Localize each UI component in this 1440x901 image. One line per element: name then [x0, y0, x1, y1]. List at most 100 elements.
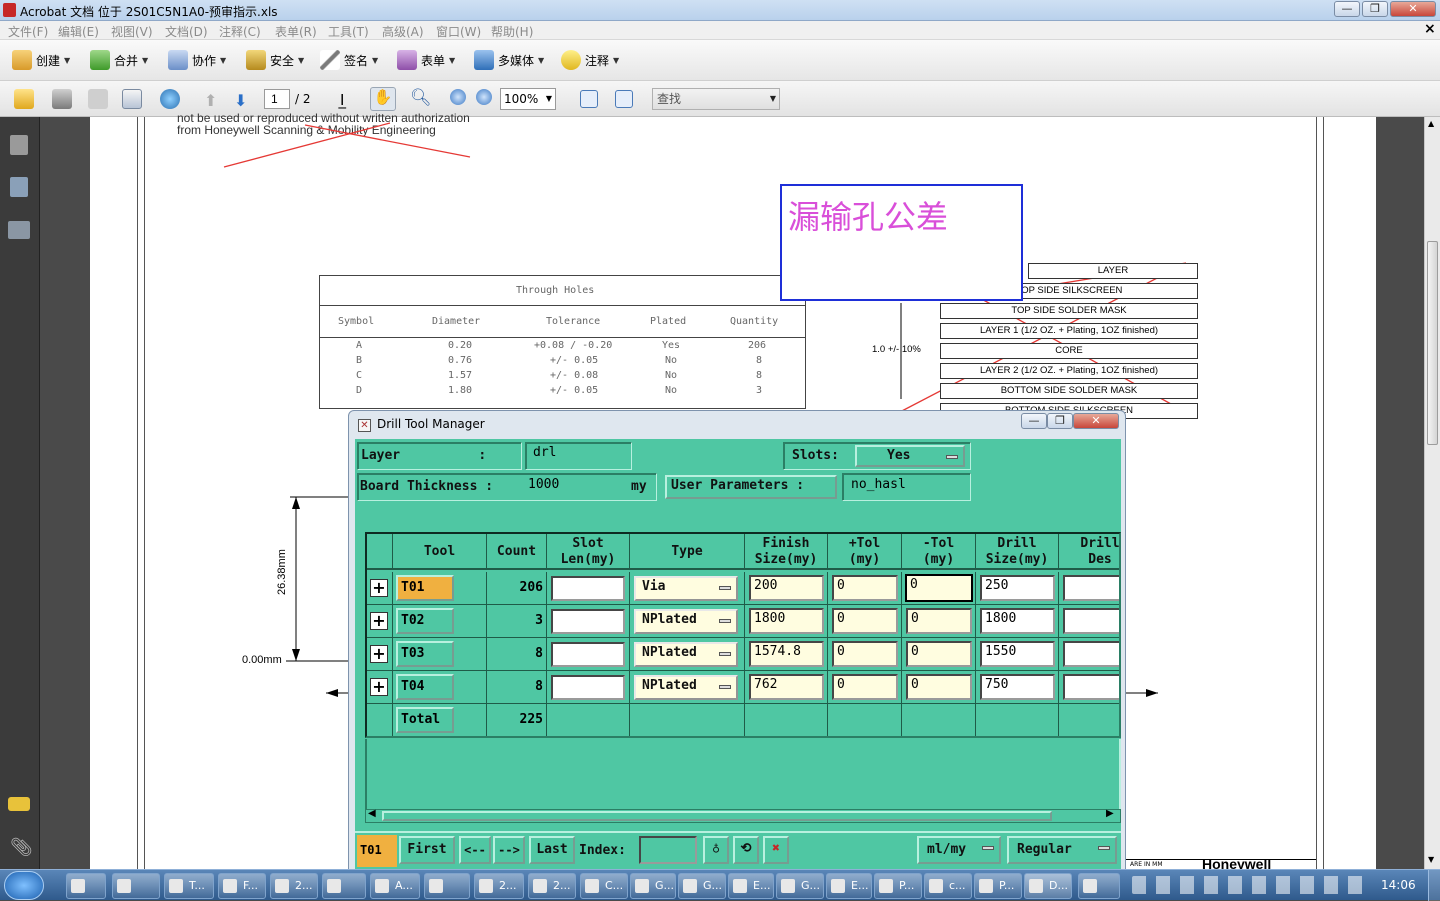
multimedia-button[interactable]: 多媒体 ▼: [474, 48, 544, 72]
minus-tol-t03-input[interactable]: 0: [906, 641, 972, 667]
type-t01-select[interactable]: Via: [634, 576, 738, 601]
user-parameters-button[interactable]: User Parameters :: [665, 475, 837, 499]
slot-t02-input[interactable]: [551, 609, 625, 634]
menu-edit[interactable]: 编辑(E): [58, 23, 99, 40]
taskbar-item[interactable]: D...: [1024, 873, 1072, 899]
menu-view[interactable]: 视图(V): [111, 23, 153, 40]
tool-t02-button[interactable]: T02: [396, 608, 454, 634]
taskbar-item[interactable]: C...: [580, 873, 628, 899]
tool-t01-button[interactable]: T01: [396, 575, 454, 601]
slot-t01-input[interactable]: [551, 576, 625, 601]
taskbar-item[interactable]: E...: [826, 873, 872, 899]
select-tool-icon[interactable]: I̲: [340, 91, 344, 109]
hand-tool-icon[interactable]: ✋: [370, 87, 396, 111]
taskbar-item[interactable]: P...: [974, 873, 1022, 899]
start-button[interactable]: [4, 871, 44, 900]
plus-tol-t03-input[interactable]: 0: [832, 641, 898, 667]
save-icon[interactable]: [88, 89, 108, 109]
pages-icon[interactable]: [10, 135, 28, 155]
comments-panel-icon[interactable]: [8, 797, 30, 811]
taskbar-item[interactable]: F...: [218, 873, 266, 899]
type-t04-select[interactable]: NPlated: [634, 675, 738, 700]
drill-size-t01-input[interactable]: 250: [980, 575, 1055, 601]
fit-page-icon[interactable]: [615, 90, 633, 108]
mode-option-menu[interactable]: Regular: [1007, 836, 1117, 864]
drill-des-t01-input[interactable]: [1063, 575, 1119, 601]
page-number-input[interactable]: [264, 89, 290, 109]
taskbar-item[interactable]: [1078, 873, 1120, 899]
attachments-icon[interactable]: 📎︎: [10, 837, 33, 858]
slot-t03-input[interactable]: [551, 642, 625, 667]
horizontal-scrollbar[interactable]: ◀ ▶: [365, 808, 1121, 823]
userparams-input[interactable]: no_hasl: [848, 476, 966, 498]
merge-button[interactable]: 合并 ▼: [90, 48, 148, 72]
tool-t03-button[interactable]: T03: [396, 641, 454, 667]
taskbar-item[interactable]: 2...: [270, 873, 318, 899]
finish-t03-input[interactable]: 1574.8: [749, 641, 824, 667]
layer-input[interactable]: drl: [530, 444, 628, 466]
signatures-icon[interactable]: [8, 221, 30, 239]
scroll-left-icon[interactable]: ◀: [368, 808, 376, 819]
h-scroll-thumb[interactable]: [382, 811, 1052, 821]
index-input[interactable]: [639, 836, 697, 864]
expand-t02-button[interactable]: +: [370, 612, 388, 630]
drill-des-t04-input[interactable]: [1063, 674, 1119, 700]
scroll-right-icon[interactable]: ▶: [1106, 808, 1114, 819]
first-button[interactable]: First: [399, 836, 455, 864]
create-button[interactable]: 创建 ▼: [12, 48, 70, 72]
dtm-maximize-button[interactable]: ❐: [1047, 413, 1073, 429]
zoom-select[interactable]: 100% ▼: [500, 88, 556, 110]
refresh-button[interactable]: ⟲: [733, 836, 759, 864]
taskbar-item[interactable]: P...: [874, 873, 922, 899]
minimize-button[interactable]: —: [1334, 1, 1360, 17]
finish-t02-input[interactable]: 1800: [749, 608, 824, 634]
slot-t04-input[interactable]: [551, 675, 625, 700]
fit-width-icon[interactable]: [580, 90, 598, 108]
doc-close-icon[interactable]: ×: [1424, 21, 1436, 37]
drill-des-t02-input[interactable]: [1063, 608, 1119, 634]
vertical-scrollbar[interactable]: ▲ ▼: [1424, 117, 1440, 869]
units-option-menu[interactable]: ml/my: [917, 836, 1001, 864]
collaborate-button[interactable]: 协作 ▼: [168, 48, 226, 72]
email-icon[interactable]: [122, 89, 142, 109]
finish-t01-input[interactable]: 200: [749, 575, 824, 601]
menu-comments[interactable]: 注释(C): [219, 23, 261, 40]
restore-button[interactable]: ❐: [1362, 1, 1388, 17]
thickness-input[interactable]: 1000: [525, 476, 629, 498]
scroll-thumb[interactable]: [1427, 241, 1438, 445]
minus-tol-t01-input[interactable]: 0: [905, 574, 973, 602]
forms-button[interactable]: 表单 ▼: [397, 48, 455, 72]
taskbar-item[interactable]: E...: [728, 873, 774, 899]
scroll-up-icon[interactable]: ▲: [1428, 119, 1434, 128]
zoom-in-icon[interactable]: [476, 89, 492, 105]
menu-advanced[interactable]: 高级(A): [382, 23, 424, 40]
security-button[interactable]: 安全 ▼: [246, 48, 304, 72]
zoom-out-icon[interactable]: [450, 89, 466, 105]
taskbar-item[interactable]: T...: [164, 873, 214, 899]
type-t03-select[interactable]: NPlated: [634, 642, 738, 667]
sign-button[interactable]: 签名 ▼: [320, 48, 378, 72]
dtm-close-button[interactable]: ✕: [1073, 413, 1119, 429]
plus-tol-t04-input[interactable]: 0: [832, 674, 898, 700]
drill-des-t03-input[interactable]: [1063, 641, 1119, 667]
show-desktop-button[interactable]: [1428, 870, 1440, 901]
dtm-minimize-button[interactable]: —: [1021, 413, 1047, 429]
expand-t03-button[interactable]: +: [370, 645, 388, 663]
web-icon[interactable]: [160, 89, 180, 109]
delete-button[interactable]: ✖: [763, 836, 789, 864]
plus-tol-t02-input[interactable]: 0: [832, 608, 898, 634]
annotation-box[interactable]: 漏输孔公差: [780, 184, 1023, 301]
last-button[interactable]: Last: [529, 836, 575, 864]
minus-tol-t02-input[interactable]: 0: [906, 608, 972, 634]
menu-window[interactable]: 窗口(W): [436, 23, 481, 40]
prev-button[interactable]: <--: [459, 836, 491, 864]
plus-tol-t01-input[interactable]: 0: [832, 575, 898, 601]
page-down-icon[interactable]: ⬇: [234, 91, 247, 110]
drill-size-t03-input[interactable]: 1550: [980, 641, 1055, 667]
drill-size-t04-input[interactable]: 750: [980, 674, 1055, 700]
zoom-tool-icon[interactable]: 🔍︎: [410, 88, 432, 108]
find-tool-button[interactable]: ♁: [703, 836, 729, 864]
find-box[interactable]: 查找 ▼: [652, 88, 780, 110]
open-folder-icon[interactable]: [14, 89, 34, 109]
menu-help[interactable]: 帮助(H): [491, 23, 533, 40]
